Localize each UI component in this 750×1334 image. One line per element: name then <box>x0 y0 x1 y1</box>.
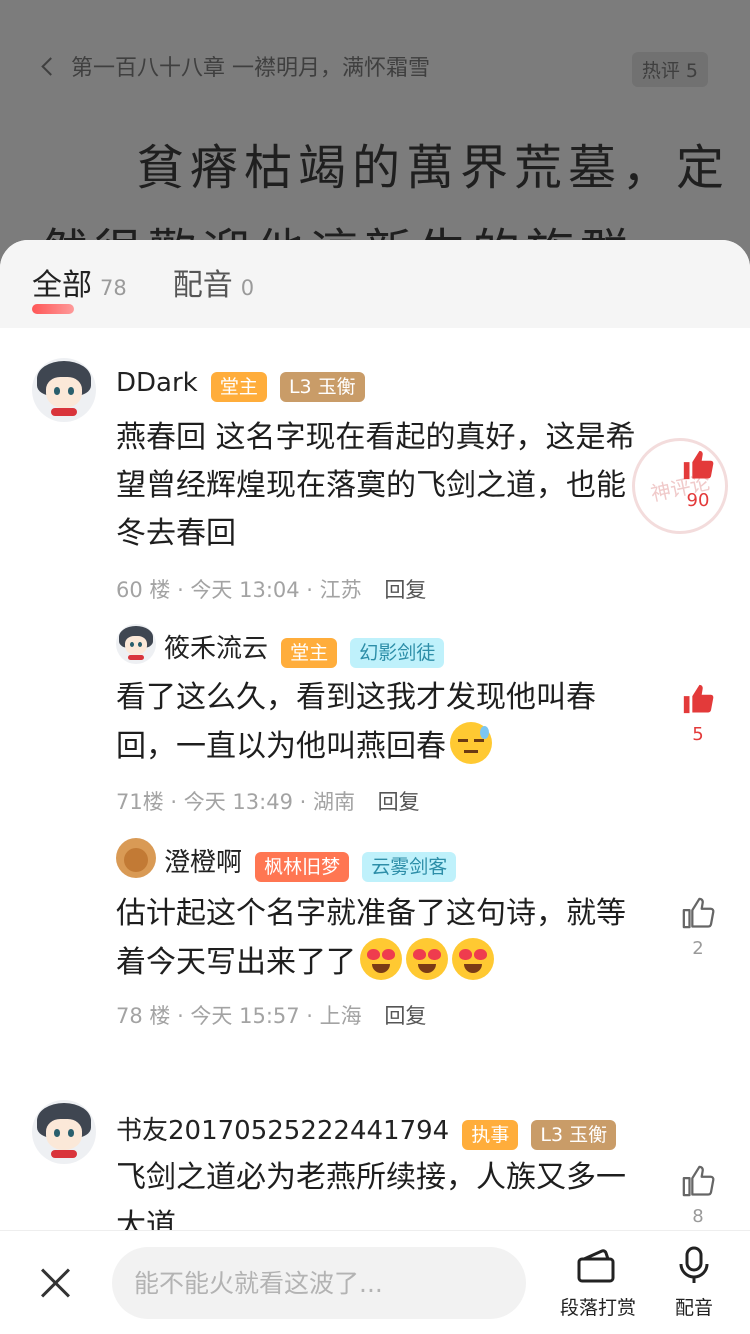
username[interactable]: DDark <box>116 368 198 398</box>
avatar[interactable] <box>116 838 156 878</box>
reply-button[interactable]: 回复 <box>384 578 426 602</box>
role-badge: 执事 <box>462 1119 519 1150</box>
chapter-title: 第一百八十八章 一襟明月，满怀霜雪 <box>71 56 430 81</box>
floor-time-location: 78 楼 · 今天 15:57 · 上海 <box>116 1004 362 1028</box>
paragraph-tip-button[interactable]: 段落打赏 <box>556 1245 640 1320</box>
comment-list[interactable]: 神评论 DDark 堂主 L3 玉衡 燕春回 这名字现在看起的真好，这是希望曾经… <box>0 328 750 1230</box>
comment-meta: 71楼 · 今天 13:49 · 湖南 回复 <box>116 786 420 816</box>
thumbs-up-icon <box>682 1165 715 1197</box>
avatar[interactable] <box>32 358 96 422</box>
tab-voice[interactable]: 配音 0 <box>173 260 254 304</box>
reply-button[interactable]: 回复 <box>378 790 420 814</box>
microphone-icon <box>679 1246 709 1283</box>
title-badge: 枫林旧梦 <box>255 851 350 882</box>
tip-label: 段落打赏 <box>559 1297 636 1319</box>
like-count: 5 <box>692 724 704 745</box>
close-icon[interactable] <box>40 1267 72 1299</box>
tab-all[interactable]: 全部 78 <box>32 260 127 314</box>
like-button[interactable]: 5 <box>673 682 723 745</box>
tab-count: 0 <box>240 276 255 300</box>
like-button[interactable]: 90 <box>673 448 723 511</box>
comment-header: 澄橙啊 枫林旧梦 云雾剑客 <box>164 842 457 882</box>
thumbs-up-icon <box>683 450 714 480</box>
comment-meta: 78 楼 · 今天 15:57 · 上海 回复 <box>116 1000 426 1030</box>
voice-button[interactable]: 配音 <box>664 1245 724 1320</box>
comment-sheet: 全部 78 配音 0 神评论 DDark 堂主 L3 玉衡 燕春回 这名字现在看… <box>0 240 750 1334</box>
floor-time-location: 71楼 · 今天 13:49 · 湖南 <box>116 790 355 814</box>
title-badge: 幻影剑徒 <box>350 637 445 668</box>
like-count: 90 <box>686 490 710 511</box>
thumbs-up-icon <box>683 684 714 714</box>
role-badge: 堂主 <box>210 371 267 402</box>
voice-label: 配音 <box>674 1297 713 1319</box>
username[interactable]: 筱禾流云 <box>164 634 268 664</box>
like-button[interactable]: 8 <box>673 1164 723 1227</box>
like-button[interactable]: 2 <box>673 896 723 959</box>
like-count: 2 <box>692 938 704 959</box>
username[interactable]: 澄橙啊 <box>164 848 242 878</box>
sweat-emoji-icon <box>450 722 492 764</box>
username[interactable]: 书友20170525222441794 <box>116 1116 449 1146</box>
avatar[interactable] <box>116 624 156 664</box>
comment-input-bar: 段落打赏 配音 <box>0 1230 750 1334</box>
comment-body: 估计起这个名字就准备了这句诗，就等着今天写出来了了 <box>116 890 646 987</box>
reader-text-line: 貧瘠枯竭的萬界荒墓，定 <box>136 140 731 196</box>
avatar[interactable] <box>32 1100 96 1164</box>
comment-body: 燕春回 这名字现在看起的真好，这是希望曾经辉煌现在落寞的飞剑之道，也能冬去春回 <box>116 420 636 551</box>
role-badge: 堂主 <box>281 637 338 668</box>
level-badge: L3 玉衡 <box>279 371 365 402</box>
comment-header: 书友20170525222441794 执事 L3 玉衡 <box>116 1110 617 1150</box>
tab-label: 配音 <box>172 268 233 303</box>
heart-eyes-emoji-icon <box>360 938 402 980</box>
comment-input[interactable] <box>112 1247 526 1319</box>
like-count: 8 <box>692 1206 704 1227</box>
back-to-chapter[interactable]: 第一百八十八章 一襟明月，满怀霜雪 <box>41 50 430 82</box>
heart-eyes-emoji-icon <box>406 938 448 980</box>
tab-label: 全部 <box>32 268 92 303</box>
comment-text: 看了这么久，看到这我才发现他叫春回，一直以为他叫燕回春 <box>116 680 596 764</box>
level-badge: L3 玉衡 <box>531 1119 617 1150</box>
heart-eyes-emoji-icon <box>452 938 494 980</box>
comment-header: DDark 堂主 L3 玉衡 <box>116 368 365 402</box>
floor-time-location: 60 楼 · 今天 13:04 · 江苏 <box>116 578 362 602</box>
tab-count: 78 <box>100 276 127 300</box>
comment-body: 飞剑之道必为老燕所续接，人族又多一大道 <box>116 1160 626 1230</box>
reader-background: 第一百八十八章 一襟明月，满怀霜雪 热评 5 貧瘠枯竭的萬界荒墓，定 然很歡迎他… <box>0 0 750 260</box>
comment-body: 看了这么久，看到这我才发现他叫春回，一直以为他叫燕回春 <box>116 674 646 771</box>
wallet-icon <box>577 1249 615 1283</box>
comment-meta: 60 楼 · 今天 13:04 · 江苏 回复 <box>116 574 426 604</box>
comment-tabs: 全部 78 配音 0 <box>0 240 750 328</box>
chevron-left-icon <box>41 56 60 76</box>
reply-button[interactable]: 回复 <box>384 1004 426 1028</box>
hot-comments-badge[interactable]: 热评 5 <box>631 52 708 87</box>
comment-header: 筱禾流云 堂主 幻影剑徒 <box>164 628 445 668</box>
active-tab-indicator <box>32 304 74 314</box>
title-badge: 云雾剑客 <box>362 851 457 882</box>
thumbs-up-icon <box>682 897 715 929</box>
